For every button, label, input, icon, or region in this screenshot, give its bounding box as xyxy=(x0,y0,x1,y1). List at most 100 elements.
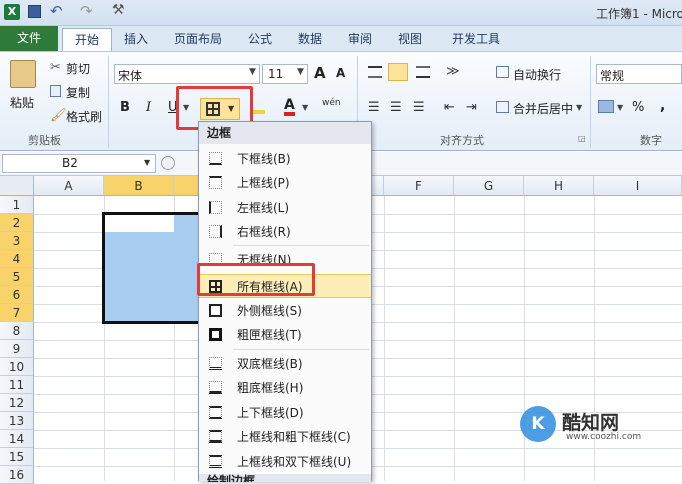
row-header[interactable]: 13 xyxy=(0,412,34,430)
column-header[interactable]: H xyxy=(524,176,594,196)
tab-review[interactable]: 审阅 xyxy=(340,28,380,51)
cut-icon[interactable]: ✂ xyxy=(50,60,61,75)
format-painter-icon[interactable]: 🖌 xyxy=(50,108,67,123)
align-right-icon[interactable]: ☰ xyxy=(413,100,425,115)
percent-button[interactable]: % xyxy=(632,100,644,115)
paste-icon[interactable] xyxy=(10,60,36,88)
customize-icon[interactable]: ⚒ xyxy=(112,2,125,18)
menu-separator xyxy=(233,245,369,246)
tab-insert[interactable]: 插入 xyxy=(116,28,156,51)
menu-item-bottom-border[interactable]: 下框线(B) xyxy=(199,147,371,171)
align-center-icon[interactable]: ☰ xyxy=(390,100,402,115)
row-header[interactable]: 10 xyxy=(0,358,34,376)
format-painter-button[interactable]: 格式刷 xyxy=(66,108,102,125)
menu-item-top-bottom-border[interactable]: 上下框线(D) xyxy=(199,401,371,425)
top-bottom-border-icon xyxy=(209,406,222,419)
row-header[interactable]: 12 xyxy=(0,394,34,412)
column-header[interactable]: G xyxy=(454,176,524,196)
copy-icon[interactable] xyxy=(50,85,61,97)
row-header[interactable]: 4 xyxy=(0,250,34,268)
menu-item-top-thick-bottom-border[interactable]: 上框线和粗下框线(C) xyxy=(199,425,371,449)
menu-item-right-border[interactable]: 右框线(R) xyxy=(199,220,371,244)
shrink-font-button[interactable]: A xyxy=(336,66,345,80)
row-header[interactable]: 14 xyxy=(0,430,34,448)
font-color-dropdown-icon[interactable]: ▼ xyxy=(302,103,308,112)
gridline xyxy=(524,196,525,481)
font-dropdown-icon[interactable]: ▼ xyxy=(249,67,256,77)
name-box-dropdown-icon[interactable]: ▼ xyxy=(144,158,150,167)
row-header[interactable]: 5 xyxy=(0,268,34,286)
menu-item-left-border[interactable]: 左框线(L) xyxy=(199,196,371,220)
row-header[interactable]: 1 xyxy=(0,196,34,214)
paste-button[interactable]: 粘贴 xyxy=(10,94,34,111)
grow-font-button[interactable]: A xyxy=(314,64,326,82)
excel-app-icon[interactable]: X xyxy=(4,4,20,20)
undo-icon[interactable]: ↶ xyxy=(50,2,63,20)
alignment-group-label: 对齐方式 xyxy=(440,134,484,147)
menu-item-top-double-bottom-border[interactable]: 上框线和双下框线(U) xyxy=(199,450,371,474)
tab-data[interactable]: 数据 xyxy=(290,28,330,51)
copy-button[interactable]: 复制 xyxy=(66,84,90,101)
row-header[interactable]: 7 xyxy=(0,304,34,322)
wrap-text-button[interactable]: 自动换行 xyxy=(513,66,561,83)
row-header[interactable]: 9 xyxy=(0,340,34,358)
align-middle-icon[interactable] xyxy=(388,63,408,81)
orientation-icon[interactable]: ≫ xyxy=(446,64,460,79)
column-header[interactable]: B xyxy=(104,176,174,196)
row-header[interactable]: 6 xyxy=(0,286,34,304)
tab-view[interactable]: 视图 xyxy=(390,28,430,51)
right-border-icon xyxy=(209,225,222,238)
tab-developer[interactable]: 开发工具 xyxy=(444,28,508,51)
tab-page-layout[interactable]: 页面布局 xyxy=(166,28,230,51)
decrease-indent-icon[interactable]: ⇤ xyxy=(444,100,455,115)
save-icon[interactable] xyxy=(28,5,41,18)
wrap-text-icon[interactable] xyxy=(496,66,509,78)
row-header[interactable]: 16 xyxy=(0,466,34,484)
selection-border xyxy=(102,212,206,324)
tab-formulas[interactable]: 公式 xyxy=(240,28,280,51)
fill-color-icon[interactable] xyxy=(253,100,265,114)
menu-item-outside-borders[interactable]: 外侧框线(S) xyxy=(199,299,371,323)
number-format-value: 常规 xyxy=(600,69,625,83)
menu-item-top-border[interactable]: 上框线(P) xyxy=(199,171,371,195)
align-left-icon[interactable]: ☰ xyxy=(368,100,380,115)
align-bottom-icon[interactable] xyxy=(416,66,430,78)
font-size-dropdown-icon[interactable]: ▼ xyxy=(297,67,304,77)
title-bar: X ↶ ↷ ⚒ 工作簿1 - Micro xyxy=(0,0,682,26)
font-name-value: 宋体 xyxy=(118,69,143,83)
comma-button[interactable]: , xyxy=(660,98,665,114)
merge-dropdown-icon[interactable]: ▼ xyxy=(576,103,582,112)
currency-icon[interactable] xyxy=(598,100,614,113)
align-top-icon[interactable] xyxy=(368,66,382,78)
row-header[interactable]: 11 xyxy=(0,376,34,394)
alignment-dialog-launcher-icon[interactable]: ◲ xyxy=(578,134,586,143)
cut-button[interactable]: 剪切 xyxy=(66,60,90,77)
increase-indent-icon[interactable]: ⇥ xyxy=(466,100,477,115)
merge-center-icon[interactable] xyxy=(496,101,509,113)
column-header[interactable]: I xyxy=(594,176,682,196)
column-header[interactable]: A xyxy=(34,176,104,196)
menu-item-thick-bottom-border[interactable]: 粗底框线(H) xyxy=(199,376,371,400)
name-box[interactable] xyxy=(2,154,156,173)
group-divider xyxy=(590,56,591,148)
row-header[interactable]: 3 xyxy=(0,232,34,250)
redo-icon[interactable]: ↷ xyxy=(80,2,93,20)
select-all-corner[interactable] xyxy=(0,176,34,196)
italic-button[interactable]: I xyxy=(146,100,151,115)
currency-dropdown-icon[interactable]: ▼ xyxy=(617,103,623,112)
phonetic-button[interactable]: wén xyxy=(322,98,341,108)
row-header[interactable]: 2 xyxy=(0,214,34,232)
function-circle-icon[interactable] xyxy=(161,156,175,170)
menu-item-double-bottom-border[interactable]: 双底框线(B) xyxy=(199,352,371,376)
tab-file[interactable]: 文件 xyxy=(0,26,58,51)
menu-item-thick-box-border[interactable]: 粗匣框线(T) xyxy=(199,323,371,347)
borders-dropdown-menu: 边框 下框线(B) 上框线(P) 左框线(L) 右框线(R) 无框线(N) 所有… xyxy=(198,121,372,482)
tab-home[interactable]: 开始 xyxy=(62,28,112,51)
bold-button[interactable]: B xyxy=(120,100,130,115)
font-color-button[interactable]: A xyxy=(284,98,295,116)
column-header[interactable]: F xyxy=(384,176,454,196)
left-border-icon xyxy=(209,201,222,214)
merge-center-button[interactable]: 合并后居中 xyxy=(513,100,573,117)
row-header[interactable]: 15 xyxy=(0,448,34,466)
row-header[interactable]: 8 xyxy=(0,322,34,340)
